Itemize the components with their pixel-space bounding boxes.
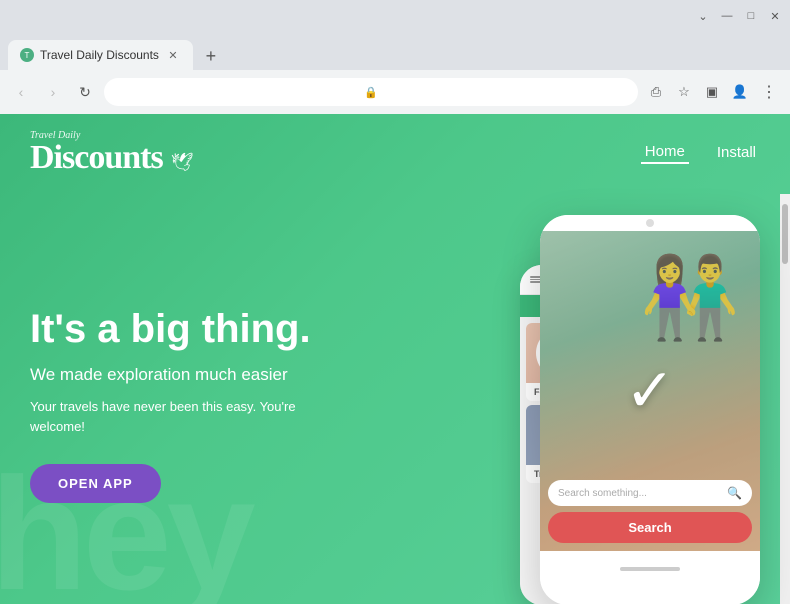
tab-bar: T Travel Daily Discounts ✕ + [0, 32, 790, 70]
phone-bottom-bar [540, 551, 760, 591]
address-bar: ‹ › ↻ 🔒 ⎙ ☆ ▣ 👤 ⋮ [0, 70, 790, 114]
nav-install-link[interactable]: Install [713, 142, 760, 163]
phone-notch [540, 215, 760, 231]
search-icon: 🔍 [727, 486, 742, 500]
maximize-btn[interactable]: □ [744, 9, 758, 23]
website-content: hey Travel Daily Discounts 🕊 Home Instal… [0, 114, 790, 604]
tab-favicon: T [20, 48, 34, 62]
title-bar-controls: ⌄ — □ ✕ [696, 9, 782, 23]
address-input[interactable]: 🔒 [104, 78, 638, 106]
logo-big-text: Discounts [30, 139, 163, 176]
bookmark-icon[interactable]: ☆ [672, 80, 696, 104]
lock-icon: 🔒 [364, 86, 378, 99]
close-btn[interactable]: ✕ [768, 9, 782, 23]
collapse-btn[interactable]: ⌄ [696, 9, 710, 23]
phone-front-screen: 👫 ✓ Search something... 🔍 Search [540, 231, 760, 551]
hero-heading: It's a big thing. [30, 307, 380, 351]
extensions-icon[interactable]: ▣ [700, 80, 724, 104]
site-logo: Travel Daily Discounts 🕊 [30, 130, 194, 175]
profile-icon[interactable]: 👤 [728, 80, 752, 104]
address-bar-icons: ⎙ ☆ ▣ 👤 ⋮ [644, 79, 782, 105]
search-button[interactable]: Search [548, 512, 752, 543]
share-icon[interactable]: ⎙ [644, 80, 668, 104]
active-tab[interactable]: T Travel Daily Discounts ✕ [8, 40, 193, 70]
phone-mockups: ●●● ACTIVE 🍝 Food 🏛 Travel [380, 205, 760, 604]
refresh-button[interactable]: ↻ [72, 79, 98, 105]
search-placeholder-text: Search something... [558, 488, 727, 499]
hero-section: It's a big thing. We made exploration mu… [0, 185, 790, 604]
phone-search-area: Search something... 🔍 Search [540, 472, 760, 551]
checkmark-icon: ✓ [625, 356, 675, 426]
browser-window: ⌄ — □ ✕ T Travel Daily Discounts ✕ + ‹ ›… [0, 0, 790, 114]
title-bar: ⌄ — □ ✕ [0, 0, 790, 32]
open-app-button[interactable]: OPEN APP [30, 464, 161, 503]
logo-small-text: Travel Daily [30, 130, 194, 141]
browser-menu-button[interactable]: ⋮ [756, 79, 782, 105]
hero-text-block: It's a big thing. We made exploration mu… [30, 307, 380, 503]
site-navigation: Travel Daily Discounts 🕊 Home Install [0, 114, 790, 185]
front-camera [646, 219, 654, 227]
nav-links: Home Install [641, 141, 760, 164]
logo-bird-icon: 🕊 [171, 152, 194, 172]
new-tab-button[interactable]: + [197, 42, 225, 70]
nav-home-link[interactable]: Home [641, 141, 689, 164]
home-indicator [620, 567, 680, 571]
hero-subheading: We made exploration much easier [30, 365, 380, 385]
couple-figure-icon: 👫 [640, 251, 740, 345]
tab-label: Travel Daily Discounts [40, 48, 159, 62]
search-bar: Search something... 🔍 [548, 480, 752, 506]
hero-description: Your travels have never been this easy. … [30, 397, 350, 436]
back-button[interactable]: ‹ [8, 79, 34, 105]
phone-mockup-front: 👫 ✓ Search something... 🔍 Search [540, 215, 760, 604]
minimize-btn[interactable]: — [720, 9, 734, 23]
tab-close-btn[interactable]: ✕ [165, 47, 181, 63]
forward-button[interactable]: › [40, 79, 66, 105]
hero-photo: 👫 ✓ Search something... 🔍 Search [540, 231, 760, 551]
